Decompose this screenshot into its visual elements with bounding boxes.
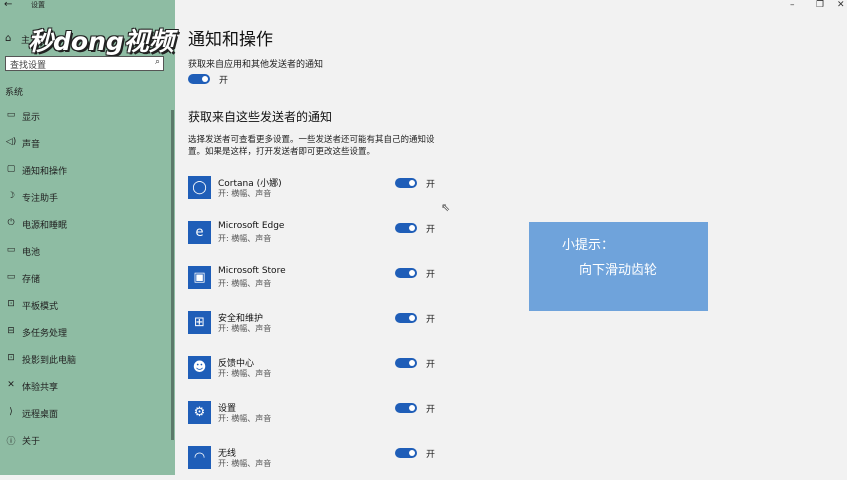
sidebar-item-label: 多任务处理 — [22, 329, 68, 339]
section-label: 系统 — [5, 88, 24, 98]
search-icon[interactable]: ⌕ — [155, 57, 160, 67]
sender-cortana[interactable]: ◯ Cortana (小娜) 开: 横幅、声音 开 — [188, 176, 608, 210]
toggle-state: 开 — [426, 450, 436, 460]
sender-security-maintenance[interactable]: ⊞ 安全和维护 开: 横幅、声音 开 — [188, 311, 608, 345]
sender-status: 开: 横幅、声音 — [218, 234, 272, 243]
sender-feedback-hub[interactable]: ☻ 反馈中心 开: 横幅、声音 开 — [188, 356, 608, 390]
sender-name: Microsoft Edge — [218, 221, 285, 231]
store-icon: ▣ — [188, 266, 211, 289]
gear-icon: ⚙ — [188, 401, 211, 424]
toggle-state: 开 — [426, 405, 436, 415]
sidebar-item-label: 声音 — [22, 140, 41, 150]
search-input[interactable]: 查找设置 ⌕ — [5, 56, 164, 71]
close-icon[interactable]: ✕ — [837, 0, 845, 10]
toggle-state: 开 — [426, 180, 436, 190]
moon-icon: ☽ — [6, 191, 16, 201]
sidebar-item-remote-desktop[interactable]: ⟩ 远程桌面 — [0, 407, 175, 427]
sender-status: 开: 横幅、声音 — [218, 369, 272, 378]
speaker-icon: ◁) — [5, 137, 17, 147]
sidebar-item-label: 体验共享 — [22, 383, 59, 393]
back-arrow-icon[interactable]: ← — [4, 0, 12, 10]
sender-toggle[interactable] — [395, 358, 417, 368]
tip-title: 小提示： — [562, 238, 615, 253]
sender-toggle[interactable] — [395, 178, 417, 188]
sender-settings[interactable]: ⚙ 设置 开: 横幅、声音 开 — [188, 401, 608, 435]
battery-icon: ▭ — [6, 245, 16, 255]
sidebar-item-tablet-mode[interactable]: ⊡ 平板模式 — [0, 299, 175, 319]
sidebar-item-notifications[interactable]: ▢ 通知和操作 — [0, 164, 175, 184]
power-icon: ⏻ — [7, 218, 15, 228]
search-placeholder: 查找设置 — [10, 61, 47, 71]
watermark-logo: 秒dong视频 — [28, 27, 174, 56]
sender-toggle[interactable] — [395, 403, 417, 413]
sidebar-item-about[interactable]: ⓘ 关于 — [0, 434, 175, 454]
tablet-icon: ⊡ — [7, 299, 15, 309]
feedback-icon: ☻ — [188, 356, 211, 379]
home-icon[interactable]: ⌂ — [5, 33, 11, 44]
multitasking-icon: ⊟ — [7, 326, 15, 336]
sidebar-item-power[interactable]: ⏻ 电源和睡眠 — [0, 218, 175, 238]
info-icon: ⓘ — [6, 437, 16, 447]
tip-box: 小提示： 向下滑动齿轮 — [529, 222, 708, 311]
sidebar-item-label: 存储 — [22, 275, 41, 285]
sender-toggle[interactable] — [395, 223, 417, 233]
edge-icon: e — [188, 221, 211, 244]
tip-text: 向下滑动齿轮 — [579, 263, 658, 278]
sidebar-item-multitasking[interactable]: ⊟ 多任务处理 — [0, 326, 175, 346]
sidebar-item-storage[interactable]: ▭ 存储 — [0, 272, 175, 292]
window-title: 设置 — [31, 1, 45, 9]
toggle-state: 开 — [426, 360, 436, 370]
projector-icon: ⊡ — [7, 353, 15, 363]
storage-icon: ▭ — [6, 272, 16, 282]
sender-toggle[interactable] — [395, 313, 417, 323]
sidebar: ← 设置 ⌂ 主 秒dong视频 查找设置 ⌕ 系统 ▭ 显示 ◁) 声音 ▢ 通知和… — [0, 0, 175, 475]
sidebar-item-label: 平板模式 — [22, 302, 59, 312]
sidebar-item-battery[interactable]: ▭ 电池 — [0, 245, 175, 265]
sender-status: 开: 横幅、声音 — [218, 189, 272, 198]
wireless-icon: ◠ — [188, 446, 211, 469]
sidebar-item-sound[interactable]: ◁) 声音 — [0, 137, 175, 157]
sender-status: 开: 横幅、声音 — [218, 459, 272, 468]
sidebar-item-shared-experiences[interactable]: ✕ 体验共享 — [0, 380, 175, 400]
sender-status: 开: 横幅、声音 — [218, 324, 272, 333]
sender-name: Microsoft Store — [218, 266, 286, 276]
toggle-state: 开 — [219, 76, 229, 86]
sidebar-item-label: 通知和操作 — [22, 167, 68, 177]
sender-status: 开: 横幅、声音 — [218, 279, 272, 288]
share-icon: ✕ — [7, 380, 15, 390]
security-icon: ⊞ — [188, 311, 211, 334]
sender-toggle[interactable] — [395, 268, 417, 278]
sidebar-item-label: 关于 — [22, 437, 41, 447]
main-content: – ❐ ✕ 通知和操作 获取来自应用和其他发送者的通知 开 获取来自这些发送者的… — [175, 0, 847, 475]
display-icon: ▭ — [6, 110, 16, 120]
sender-status: 开: 横幅、声音 — [218, 414, 272, 423]
mouse-cursor-icon: ⇖ — [441, 201, 451, 214]
sidebar-item-label: 电池 — [22, 248, 41, 258]
get-notifications-label: 获取来自应用和其他发送者的通知 — [188, 60, 324, 70]
get-notifications-toggle[interactable] — [188, 74, 210, 84]
sidebar-item-focus-assist[interactable]: ☽ 专注助手 — [0, 191, 175, 211]
sidebar-scrollbar[interactable] — [171, 110, 174, 440]
sidebar-item-label: 显示 — [22, 113, 41, 123]
sidebar-item-label: 远程桌面 — [22, 410, 59, 420]
sidebar-item-label: 专注助手 — [22, 194, 59, 204]
sender-toggle[interactable] — [395, 448, 417, 458]
notification-icon: ▢ — [6, 164, 16, 174]
toggle-state: 开 — [426, 315, 436, 325]
restore-icon[interactable]: ❐ — [816, 0, 824, 10]
sidebar-item-display[interactable]: ▭ 显示 — [0, 110, 175, 130]
remote-icon: ⟩ — [9, 407, 13, 417]
page-title: 通知和操作 — [188, 30, 273, 50]
toggle-state: 开 — [426, 225, 436, 235]
sidebar-item-label: 电源和睡眠 — [22, 221, 68, 231]
sidebar-item-projecting[interactable]: ⊡ 投影到此电脑 — [0, 353, 175, 373]
senders-heading: 获取来自这些发送者的通知 — [188, 110, 333, 124]
senders-description: 选择发送者可查看更多设置。一些发送者还可能有其自己的通知设置。如果是这样，打开发… — [188, 135, 435, 157]
cortana-icon: ◯ — [188, 176, 211, 199]
sidebar-item-label: 投影到此电脑 — [22, 356, 77, 366]
toggle-state: 开 — [426, 270, 436, 280]
minimize-icon[interactable]: – — [790, 0, 795, 10]
